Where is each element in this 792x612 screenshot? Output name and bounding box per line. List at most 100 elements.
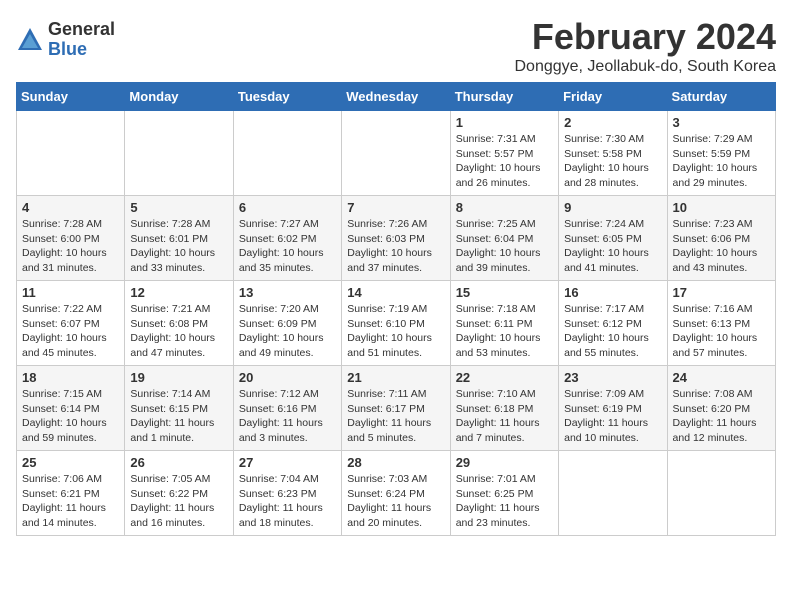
calendar-cell: 1Sunrise: 7:31 AMSunset: 5:57 PMDaylight… (450, 111, 558, 196)
calendar-cell (125, 111, 233, 196)
calendar-cell: 11Sunrise: 7:22 AMSunset: 6:07 PMDayligh… (17, 281, 125, 366)
calendar-day-header: Tuesday (233, 83, 341, 111)
day-info: Sunrise: 7:04 AMSunset: 6:23 PMDaylight:… (239, 472, 336, 531)
day-number: 5 (130, 200, 227, 215)
day-number: 10 (673, 200, 770, 215)
calendar-cell: 20 Sunrise: 7:12 AMSunset: 6:16 PMDayligh… (233, 366, 341, 451)
day-number: 9 (564, 200, 661, 215)
day-number: 15 (456, 285, 553, 300)
day-info: Sunrise: 7:25 AMSunset: 6:04 PMDaylight:… (456, 217, 553, 276)
day-number: 7 (347, 200, 444, 215)
calendar-cell: 16Sunrise: 7:17 AMSunset: 6:12 PMDayligh… (559, 281, 667, 366)
day-number: 13 (239, 285, 336, 300)
calendar-cell: 27 Sunrise: 7:04 AMSunset: 6:23 PMDayligh… (233, 451, 341, 536)
calendar-cell: 14Sunrise: 7:19 AMSunset: 6:10 PMDayligh… (342, 281, 450, 366)
calendar-cell: 4Sunrise: 7:28 AMSunset: 6:00 PMDaylight… (17, 196, 125, 281)
day-info: Sunrise: 7:23 AMSunset: 6:06 PMDaylight:… (673, 217, 770, 276)
calendar-cell: 9 Sunrise: 7:24 AMSunset: 6:05 PMDaylight… (559, 196, 667, 281)
day-number: 11 (22, 285, 119, 300)
calendar-cell: 26 Sunrise: 7:05 AMSunset: 6:22 PMDayligh… (125, 451, 233, 536)
calendar-cell: 13 Sunrise: 7:20 AMSunset: 6:09 PMDayligh… (233, 281, 341, 366)
calendar-cell: 23 Sunrise: 7:09 AMSunset: 6:19 PMDayligh… (559, 366, 667, 451)
calendar-day-header: Sunday (17, 83, 125, 111)
calendar-cell: 22 Sunrise: 7:10 AMSunset: 6:18 PMDayligh… (450, 366, 558, 451)
calendar-cell (342, 111, 450, 196)
month-year-title: February 2024 (514, 16, 776, 58)
calendar-cell (17, 111, 125, 196)
logo-general: General (48, 20, 115, 40)
calendar-week-row: 1Sunrise: 7:31 AMSunset: 5:57 PMDaylight… (17, 111, 776, 196)
logo-icon (16, 26, 44, 54)
day-info: Sunrise: 7:10 AMSunset: 6:18 PMDaylight:… (456, 387, 553, 446)
calendar-day-header: Friday (559, 83, 667, 111)
day-number: 25 (22, 455, 119, 470)
calendar-header-row: SundayMondayTuesdayWednesdayThursdayFrid… (17, 83, 776, 111)
day-number: 20 (239, 370, 336, 385)
day-number: 18 (22, 370, 119, 385)
calendar-week-row: 11Sunrise: 7:22 AMSunset: 6:07 PMDayligh… (17, 281, 776, 366)
day-number: 12 (130, 285, 227, 300)
calendar-cell: 25 Sunrise: 7:06 AMSunset: 6:21 PMDayligh… (17, 451, 125, 536)
day-info: Sunrise: 7:20 AMSunset: 6:09 PMDaylight:… (239, 302, 336, 361)
calendar-cell: 24 Sunrise: 7:08 AMSunset: 6:20 PMDayligh… (667, 366, 775, 451)
day-number: 29 (456, 455, 553, 470)
day-info: Sunrise: 7:11 AMSunset: 6:17 PMDaylight:… (347, 387, 444, 446)
calendar-cell: 10 Sunrise: 7:23 AMSunset: 6:06 PMDayligh… (667, 196, 775, 281)
day-info: Sunrise: 7:30 AMSunset: 5:58 PMDaylight:… (564, 132, 661, 191)
day-info: Sunrise: 7:31 AMSunset: 5:57 PMDaylight:… (456, 132, 553, 191)
calendar-cell: 29 Sunrise: 7:01 AMSunset: 6:25 PMDayligh… (450, 451, 558, 536)
location-subtitle: Donggye, Jeollabuk-do, South Korea (514, 58, 776, 76)
day-number: 17 (673, 285, 770, 300)
title-area: February 2024 Donggye, Jeollabuk-do, Sou… (514, 16, 776, 76)
calendar-week-row: 25 Sunrise: 7:06 AMSunset: 6:21 PMDayligh… (17, 451, 776, 536)
logo-blue: Blue (48, 40, 115, 60)
day-number: 27 (239, 455, 336, 470)
calendar-week-row: 4Sunrise: 7:28 AMSunset: 6:00 PMDaylight… (17, 196, 776, 281)
calendar-cell: 15 Sunrise: 7:18 AMSunset: 6:11 PMDayligh… (450, 281, 558, 366)
day-number: 26 (130, 455, 227, 470)
calendar-cell: 19 Sunrise: 7:14 AMSunset: 6:15 PMDayligh… (125, 366, 233, 451)
day-info: Sunrise: 7:18 AMSunset: 6:11 PMDaylight:… (456, 302, 553, 361)
calendar-cell: 2Sunrise: 7:30 AMSunset: 5:58 PMDaylight… (559, 111, 667, 196)
logo-text: General Blue (48, 20, 115, 60)
day-info: Sunrise: 7:05 AMSunset: 6:22 PMDaylight:… (130, 472, 227, 531)
calendar-cell: 28Sunrise: 7:03 AMSunset: 6:24 PMDayligh… (342, 451, 450, 536)
day-info: Sunrise: 7:15 AMSunset: 6:14 PMDaylight:… (22, 387, 119, 446)
day-info: Sunrise: 7:03 AMSunset: 6:24 PMDaylight:… (347, 472, 444, 531)
day-number: 24 (673, 370, 770, 385)
calendar-day-header: Wednesday (342, 83, 450, 111)
calendar-cell: 18 Sunrise: 7:15 AMSunset: 6:14 PMDayligh… (17, 366, 125, 451)
day-number: 22 (456, 370, 553, 385)
calendar-cell: 7Sunrise: 7:26 AMSunset: 6:03 PMDaylight… (342, 196, 450, 281)
day-number: 3 (673, 115, 770, 130)
page-header: General Blue February 2024 Donggye, Jeol… (16, 16, 776, 76)
calendar-cell: 6 Sunrise: 7:27 AMSunset: 6:02 PMDaylight… (233, 196, 341, 281)
calendar-week-row: 18 Sunrise: 7:15 AMSunset: 6:14 PMDayligh… (17, 366, 776, 451)
calendar-cell: 8 Sunrise: 7:25 AMSunset: 6:04 PMDaylight… (450, 196, 558, 281)
day-info: Sunrise: 7:14 AMSunset: 6:15 PMDaylight:… (130, 387, 227, 446)
day-number: 6 (239, 200, 336, 215)
calendar-cell: 12 Sunrise: 7:21 AMSunset: 6:08 PMDayligh… (125, 281, 233, 366)
day-info: Sunrise: 7:27 AMSunset: 6:02 PMDaylight:… (239, 217, 336, 276)
calendar-day-header: Monday (125, 83, 233, 111)
day-number: 4 (22, 200, 119, 215)
day-info: Sunrise: 7:06 AMSunset: 6:21 PMDaylight:… (22, 472, 119, 531)
day-number: 19 (130, 370, 227, 385)
day-info: Sunrise: 7:21 AMSunset: 6:08 PMDaylight:… (130, 302, 227, 361)
calendar-cell (559, 451, 667, 536)
calendar-cell (667, 451, 775, 536)
day-info: Sunrise: 7:12 AMSunset: 6:16 PMDaylight:… (239, 387, 336, 446)
day-number: 23 (564, 370, 661, 385)
day-info: Sunrise: 7:19 AMSunset: 6:10 PMDaylight:… (347, 302, 444, 361)
day-number: 16 (564, 285, 661, 300)
day-info: Sunrise: 7:01 AMSunset: 6:25 PMDaylight:… (456, 472, 553, 531)
calendar-cell: 21Sunrise: 7:11 AMSunset: 6:17 PMDayligh… (342, 366, 450, 451)
day-number: 8 (456, 200, 553, 215)
day-info: Sunrise: 7:28 AMSunset: 6:01 PMDaylight:… (130, 217, 227, 276)
calendar-day-header: Saturday (667, 83, 775, 111)
calendar-cell: 3 Sunrise: 7:29 AMSunset: 5:59 PMDaylight… (667, 111, 775, 196)
day-info: Sunrise: 7:29 AMSunset: 5:59 PMDaylight:… (673, 132, 770, 191)
day-info: Sunrise: 7:09 AMSunset: 6:19 PMDaylight:… (564, 387, 661, 446)
day-info: Sunrise: 7:24 AMSunset: 6:05 PMDaylight:… (564, 217, 661, 276)
day-info: Sunrise: 7:08 AMSunset: 6:20 PMDaylight:… (673, 387, 770, 446)
